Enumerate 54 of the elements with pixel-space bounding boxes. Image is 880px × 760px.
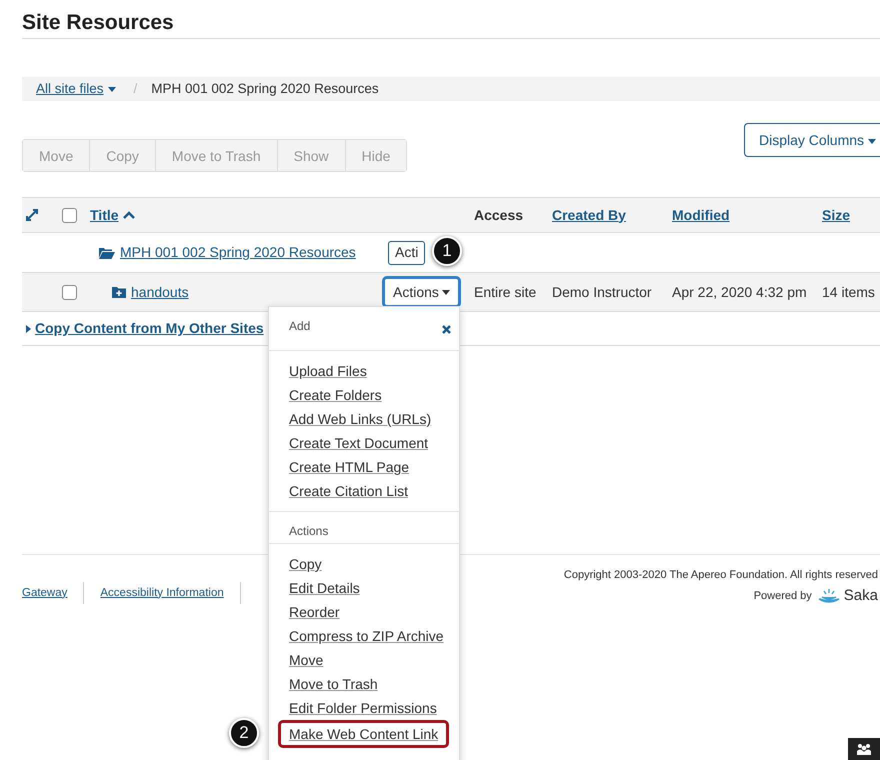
footer-link[interactable]: Accessibility Information [84, 582, 241, 604]
table-cell-text: 14 items [822, 282, 876, 302]
callout-badge: 1 [432, 236, 462, 266]
actions-button[interactable]: Acti [388, 240, 426, 264]
water-splash-icon [818, 589, 840, 604]
menu-section-heading: Add [289, 318, 310, 335]
caret-icon [108, 86, 116, 92]
menu-item[interactable]: Move to Trash [289, 672, 378, 696]
people-icon[interactable] [848, 738, 880, 760]
item-title-link[interactable]: handouts [131, 282, 189, 302]
table-cell-text: Demo Instructor [552, 282, 653, 302]
breadcrumb-link[interactable]: All site files [36, 78, 116, 100]
folder-plus-icon [112, 286, 126, 298]
menu-item[interactable]: Reorder [289, 600, 340, 624]
footer-link[interactable]: Gateway [22, 582, 84, 604]
menu-item[interactable]: Create Citation List [289, 479, 408, 503]
column-header: Access [474, 206, 524, 224]
menu-item[interactable]: Create Text Document [289, 431, 428, 455]
menu-item[interactable]: Copy [289, 552, 322, 576]
menu-item[interactable]: Create HTML Page [289, 455, 410, 479]
menu-item[interactable]: Upload Files [289, 359, 367, 383]
breadcrumb-current: MPH 001 002 Spring 2020 Resources [151, 80, 379, 98]
powered-by-text: Powered by [754, 588, 812, 604]
menu-item[interactable]: Create Folders [289, 383, 382, 407]
open-folder-icon [99, 246, 115, 258]
menu-item[interactable]: Edit Folder Permissions [289, 696, 437, 720]
close-icon[interactable] [442, 325, 451, 334]
column-header-link[interactable]: Title [90, 204, 135, 226]
table-cell-text: Entire site [474, 282, 538, 302]
expand-icon [26, 209, 38, 221]
display-columns-button[interactable]: Display Columns [744, 123, 880, 157]
menu-section-heading: Actions [289, 524, 328, 538]
menu-item[interactable]: Move [289, 648, 324, 672]
column-header-link[interactable]: Created By [552, 204, 672, 226]
row-checkbox[interactable] [62, 284, 77, 300]
item-title-link[interactable]: MPH 001 002 Spring 2020 Resources [120, 242, 356, 263]
breadcrumb-separator: / [134, 80, 138, 98]
caret-icon [868, 138, 876, 144]
people-drawing [856, 743, 872, 755]
table-cell-text: Apr 22, 2020 4:32 pm [672, 282, 808, 302]
column-header-link[interactable]: Size [822, 204, 880, 226]
sakai-logo: Saka [818, 588, 878, 604]
callout-badge: 2 [229, 718, 259, 748]
copyright-text: Copyright 2003-2020 The Apereo Foundation. All rights reserved [564, 568, 878, 583]
menu-item[interactable]: Make Web Content Link [278, 720, 450, 748]
menu-item[interactable]: Edit Details [289, 576, 360, 600]
select-all-checkbox[interactable] [62, 208, 77, 222]
caret-right-icon [26, 324, 31, 332]
menu-item[interactable]: Add Web Links (URLs) [289, 407, 432, 431]
actions-button[interactable]: Actions [382, 276, 461, 308]
caret-icon [442, 290, 450, 294]
menu-item[interactable]: Compress to ZIP Archive [289, 624, 444, 648]
column-header-link[interactable]: Modified [672, 204, 822, 226]
page-title: Site Resources [22, 10, 175, 36]
